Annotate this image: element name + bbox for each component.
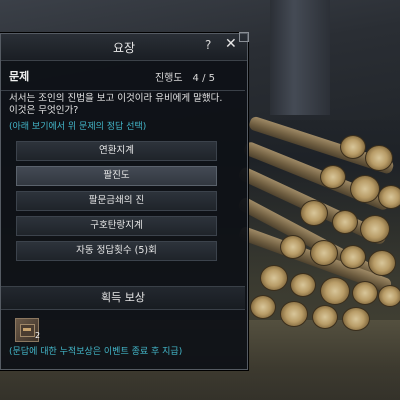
reward-count: 2 bbox=[35, 331, 41, 340]
progress-value: 4 / 5 bbox=[192, 73, 215, 84]
help-button[interactable]: ? bbox=[205, 38, 211, 52]
answer-option-3[interactable]: 팔문금쇄의 진 bbox=[16, 191, 217, 211]
answer-option-1[interactable]: 연환지계 bbox=[16, 141, 217, 161]
auto-answer-button[interactable]: 자동 정답횟수 (5)회 bbox=[16, 241, 217, 261]
question-label: 문제 bbox=[9, 70, 30, 83]
reward-header: 획득 보상 bbox=[1, 286, 245, 310]
question-line-1: 서서는 조인의 진법을 보고 이것이라 유비에게 말했다. bbox=[9, 93, 223, 104]
answer-hint: (아래 보기에서 위 문제의 정답 선택) bbox=[9, 122, 147, 132]
close-button[interactable]: ✕ bbox=[225, 36, 237, 52]
question-text: 서서는 조인의 진법을 보고 이것이라 유비에게 말했다. 이것은 무엇인가? bbox=[9, 93, 241, 117]
divider bbox=[1, 90, 245, 91]
question-header: 문제 진행도 4 / 5 bbox=[9, 68, 237, 86]
progress-label: 진행도 bbox=[154, 73, 183, 84]
question-line-2: 이것은 무엇인가? bbox=[9, 105, 79, 116]
answer-option-2[interactable]: 팔진도 bbox=[16, 166, 217, 186]
log-pile bbox=[236, 95, 400, 331]
quiz-dialog: 요장 ? ✕ 문제 진행도 4 / 5 서서는 조인의 진법을 보고 이것이라 유… bbox=[0, 32, 249, 370]
answer-list: 연환지계 팔진도 팔문금쇄의 진 구호탄랑지계 자동 정답횟수 (5)회 bbox=[16, 141, 217, 266]
resize-icon[interactable] bbox=[239, 32, 249, 42]
answer-option-4[interactable]: 구호탄랑지계 bbox=[16, 216, 217, 236]
dialog-titlebar[interactable]: 요장 ? ✕ bbox=[1, 32, 249, 61]
reward-note: (문답에 대한 누적보상은 이벤트 종료 후 지급) bbox=[9, 347, 183, 357]
progress-indicator: 진행도 4 / 5 bbox=[155, 69, 215, 84]
